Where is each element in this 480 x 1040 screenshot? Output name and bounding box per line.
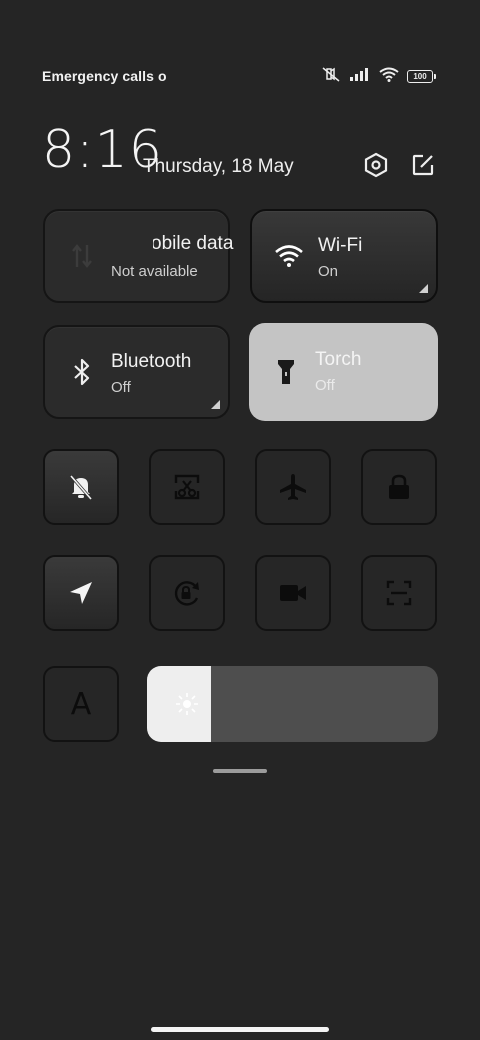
video-icon — [280, 585, 306, 601]
tile-mobile-data[interactable]: obile data Not available — [43, 209, 234, 303]
toggle-rotation-lock[interactable] — [149, 555, 225, 631]
toggle-mute[interactable] — [43, 449, 119, 525]
status-carrier-text: Emergency calls o — [42, 68, 167, 84]
home-indicator[interactable] — [151, 1027, 329, 1032]
mobile-data-arrows-icon — [67, 241, 97, 271]
reading-mode-label: A — [70, 686, 92, 722]
airplane-icon — [280, 474, 306, 500]
panel-drag-handle[interactable] — [213, 769, 267, 773]
toggle-location[interactable] — [43, 555, 119, 631]
battery-icon: 100 — [407, 70, 436, 83]
tile-mobile-data-status: Not available — [111, 263, 198, 280]
toggle-lock[interactable] — [361, 449, 437, 525]
wifi-expand-corner[interactable] — [419, 284, 428, 293]
tile-wifi-label: Wi-Fi — [318, 235, 363, 256]
hexagon-settings-icon — [364, 152, 388, 178]
rotation-lock-icon — [174, 581, 199, 606]
toggle-reading-mode[interactable]: A — [43, 666, 119, 742]
date-label: Thursday, 18 May — [143, 156, 294, 177]
settings-button[interactable] — [361, 150, 391, 180]
tile-bluetooth[interactable]: Bluetooth Off — [43, 325, 230, 419]
location-icon — [70, 582, 92, 604]
torch-icon — [271, 357, 301, 387]
tile-torch-label: Torch — [315, 349, 362, 370]
scan-icon — [386, 580, 412, 606]
lock-icon — [389, 474, 409, 499]
signal-icon — [349, 67, 371, 86]
toggle-video[interactable] — [255, 555, 331, 631]
edit-button[interactable] — [408, 150, 438, 180]
mute-bell-icon — [69, 475, 93, 500]
brightness-slider[interactable] — [147, 666, 438, 742]
tile-torch[interactable]: Torch Off — [249, 323, 438, 421]
bluetooth-expand-corner[interactable] — [211, 400, 220, 409]
battery-level: 100 — [407, 70, 433, 83]
toggle-screenshot[interactable] — [149, 449, 225, 525]
wifi-icon — [379, 67, 399, 87]
tile-wifi-status: On — [318, 263, 339, 280]
bluetooth-icon — [67, 357, 97, 387]
tile-torch-status: Off — [315, 377, 335, 394]
tile-mobile-data-label: obile data — [153, 233, 234, 254]
tile-bluetooth-label: Bluetooth — [111, 351, 192, 372]
sun-icon — [176, 693, 198, 715]
toggle-scan[interactable] — [361, 555, 437, 631]
status-icons: 100 — [321, 66, 436, 87]
screenshot-icon — [174, 474, 200, 500]
wifi-icon — [274, 241, 304, 271]
tile-wifi[interactable]: Wi-Fi On — [250, 209, 438, 303]
toggle-airplane[interactable] — [255, 449, 331, 525]
tile-bluetooth-status: Off — [111, 379, 131, 396]
mute-icon — [321, 66, 341, 87]
edit-icon — [412, 154, 434, 176]
